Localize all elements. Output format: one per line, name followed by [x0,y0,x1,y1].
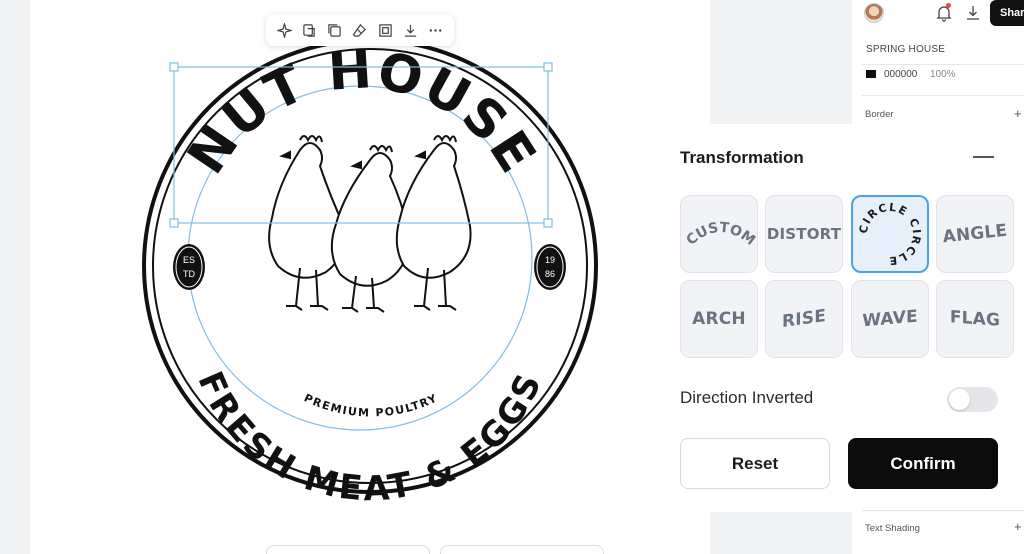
notification-dot [946,3,951,8]
distort-label: DISTORT [766,225,842,243]
angle-label: ANGLE [941,220,1009,248]
text-shading-label: Text Shading [865,523,920,534]
canvas-bottom-control-right[interactable] [440,545,604,554]
arch-label: ARCH [692,309,746,329]
transform-option-distort[interactable]: DISTORT [765,195,843,273]
circle-preview: CIRCLE CIRCLE [857,201,923,268]
confirm-button[interactable]: Confirm [848,438,998,489]
toggle-knob [949,389,970,410]
divider [862,95,1024,96]
custom-label: CUSTOM [684,220,759,249]
canvas-bottom-control-left[interactable] [266,545,430,554]
svg-text:CIRCLE CIRCLE: CIRCLE CIRCLE [857,201,923,268]
font-name: SPRING HOUSE [866,44,946,55]
avatar[interactable] [864,3,884,23]
circle-label: CIRCLE CIRCLE [857,201,922,268]
collapse-icon[interactable] [973,156,994,158]
eraser-icon[interactable] [349,19,371,41]
opacity-value[interactable]: 100% [930,69,956,80]
sparkle-icon[interactable] [274,19,296,41]
add-border-icon[interactable]: + [1014,106,1022,121]
share-button[interactable]: Share [990,0,1024,26]
direction-inverted-label: Direction Inverted [680,388,814,407]
left-gutter [0,0,30,554]
design-canvas[interactable] [30,0,710,554]
transform-option-arch[interactable]: ARCH [680,280,758,358]
download-icon[interactable] [965,4,981,22]
color-swatch[interactable] [866,70,876,78]
transform-option-angle[interactable]: ANGLE [936,195,1014,273]
rise-label: RISE [781,305,827,333]
divider [862,64,1024,65]
direction-inverted-toggle[interactable] [947,387,998,412]
download-icon[interactable] [399,19,421,41]
more-icon[interactable] [424,19,446,41]
add-text-shading-icon[interactable]: + [1014,519,1022,534]
layers-icon[interactable] [299,19,321,41]
wave-label: WAVE [862,306,918,332]
transform-option-rise[interactable]: RISE [765,280,843,358]
flag-label: FLAG [949,307,1001,331]
divider [862,510,1024,511]
color-hex[interactable]: 000000 [884,69,917,80]
transformation-title: Transformation [680,148,804,167]
floating-toolbar [266,14,454,46]
transform-option-flag[interactable]: FLAG [936,280,1014,358]
crop-icon[interactable] [374,19,396,41]
transform-option-custom[interactable]: CUSTOM [680,195,758,273]
svg-text:CUSTOM: CUSTOM [684,220,759,249]
transform-option-circle[interactable]: CIRCLE CIRCLE [851,195,929,273]
reset-button[interactable]: Reset [680,438,830,489]
duplicate-icon[interactable] [324,19,346,41]
transform-option-wave[interactable]: WAVE [851,280,929,358]
editor-root: NUT HOUSE FRESH MEAT & EGGS PREMIUM POUL… [0,0,1024,554]
border-label: Border [865,109,894,120]
custom-preview: CUSTOM [684,220,759,249]
